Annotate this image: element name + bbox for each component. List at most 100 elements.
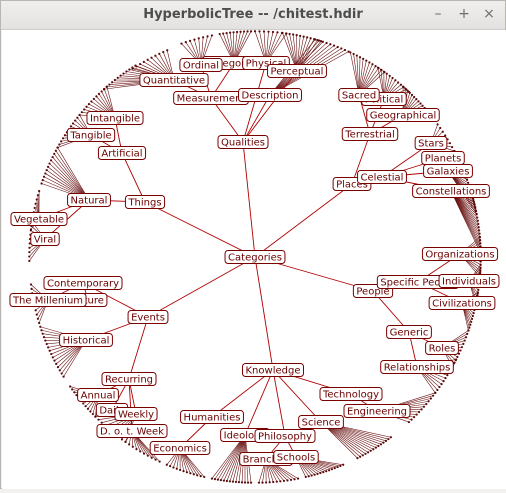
leaf-dot [76, 117, 78, 119]
leaf-dot [30, 228, 32, 230]
leaf-dot [53, 153, 55, 155]
tree-node-quantitative[interactable]: Quantitative [140, 74, 208, 87]
leaf-dot [151, 457, 153, 459]
leaf-dot [62, 376, 64, 378]
leaf-dot [428, 400, 430, 402]
tree-node-description[interactable]: Description [239, 89, 302, 102]
tree-node-things[interactable]: Things [125, 196, 164, 209]
leaf-dot [272, 481, 274, 483]
tree-node-sacred[interactable]: Sacred [339, 89, 379, 102]
leaf-dot [97, 419, 99, 421]
leaf-dot [36, 313, 38, 315]
tree-node-historical[interactable]: Historical [60, 334, 113, 347]
leaf-dot [232, 481, 234, 483]
leaf-dot [322, 41, 324, 43]
leaf-dot [28, 255, 30, 257]
tree-node-vegetable[interactable]: Vegetable [11, 213, 67, 226]
application-window: HyperbolicTree -- /chitest.hdir – + × Ca… [0, 0, 506, 489]
tree-node-terrestrial[interactable]: Terrestrial [342, 128, 397, 141]
tree-node-planets[interactable]: Planets [422, 152, 465, 165]
tree-node-philosophy[interactable]: Philosophy [255, 430, 315, 443]
tree-edge [243, 142, 255, 257]
tree-node-schools[interactable]: Schools [274, 451, 318, 464]
tree-node-label: Weekly [118, 410, 154, 421]
tree-node-the-millenium[interactable]: The Millenium [10, 294, 86, 307]
leaf-dot [276, 481, 278, 483]
leaf-dot [55, 150, 57, 152]
leaf-dot [185, 41, 187, 43]
leaf-dot [364, 453, 366, 455]
leaf-dot [139, 450, 141, 452]
tree-node-organizations[interactable]: Organizations [422, 248, 497, 261]
leaf-dot [176, 468, 178, 470]
tree-node-contemporary[interactable]: Contemporary [44, 277, 122, 290]
minimize-button[interactable]: – [430, 6, 446, 22]
tree-node-categories[interactable]: Categories [225, 251, 285, 264]
tree-node-qualities[interactable]: Qualities [218, 136, 268, 149]
leaf-dot [48, 162, 50, 164]
tree-node-natural[interactable]: Natural [68, 194, 111, 207]
tree-node-economics[interactable]: Economics [150, 442, 210, 455]
leaf-dot [397, 81, 399, 83]
tree-node-celestial[interactable]: Celestial [358, 171, 407, 184]
tree-edge [273, 370, 285, 436]
leaf-dot [470, 321, 472, 323]
tree-node-individuals[interactable]: Individuals [439, 275, 499, 288]
leaf-dot [479, 242, 481, 244]
leaf-dot [81, 111, 83, 113]
tree-node-generic[interactable]: Generic [387, 326, 432, 339]
leaf-dot [47, 166, 49, 168]
maximize-button[interactable]: + [456, 6, 472, 22]
close-button[interactable]: × [481, 6, 497, 22]
tree-node-weekly[interactable]: Weekly [115, 408, 157, 421]
tree-node-events[interactable]: Events [128, 311, 168, 324]
tree-node-humanities[interactable]: Humanities [181, 411, 244, 424]
tree-node-roles[interactable]: Roles [426, 342, 459, 355]
leaf-dot [334, 467, 336, 469]
tree-edge [212, 370, 273, 417]
leaf-dot [36, 198, 38, 200]
tree-node-geographical[interactable]: Geographical [367, 109, 439, 122]
hyperbolic-tree[interactable]: CategoricalPoliticalFutureDailyBranchesQ… [2, 30, 506, 489]
tree-node-technology[interactable]: Technology [320, 388, 382, 401]
leaf-dot [359, 456, 361, 458]
tree-node-viral[interactable]: Viral [31, 233, 59, 246]
tree-node-galaxies[interactable]: Galaxies [424, 165, 473, 178]
tree-node-civilizations[interactable]: Civilizations [429, 297, 495, 310]
leaf-dot [310, 37, 312, 39]
leaf-dot [162, 51, 164, 53]
leaf-dot [124, 441, 126, 443]
tree-node-stars[interactable]: Stars [415, 137, 447, 150]
tree-node-relationships[interactable]: Relationships [381, 361, 454, 374]
leaf-dot [477, 289, 479, 291]
tree-node-label: Events [131, 313, 165, 324]
leaf-dot [106, 86, 108, 88]
hyperbolic-tree-canvas[interactable]: CategoricalPoliticalFutureDailyBranchesQ… [2, 30, 506, 489]
leaf-dot [461, 346, 463, 348]
leaf-dot [50, 353, 52, 355]
tree-node-knowledge[interactable]: Knowledge [243, 364, 304, 377]
tree-node-day-of-week[interactable]: D. o. t. Week [97, 425, 167, 438]
tree-node-intangible[interactable]: Intangible [87, 112, 143, 125]
tree-node-tangible[interactable]: Tangible [67, 129, 114, 142]
tree-node-constellations[interactable]: Constellations [413, 185, 490, 198]
tree-node-engineering[interactable]: Engineering [344, 405, 410, 418]
leaf-dot [446, 374, 448, 376]
tree-node-science[interactable]: Science [299, 416, 344, 429]
tree-node-annual[interactable]: Annual [78, 389, 119, 402]
tree-node-label: Galaxies [427, 167, 470, 178]
leaf-dot [82, 402, 84, 404]
tree-node-recurring[interactable]: Recurring [102, 373, 156, 386]
leaf-dot [38, 322, 40, 324]
leaf-dot [166, 464, 168, 466]
tree-node-perceptual[interactable]: Perceptual [268, 65, 327, 78]
title-bar[interactable]: HyperbolicTree -- /chitest.hdir – + × [1, 1, 505, 30]
tree-node-measurement[interactable]: Measurement [174, 92, 249, 105]
tree-node-label: Measurement [177, 94, 246, 105]
leaf-dot [214, 478, 216, 480]
tree-node-ordinal[interactable]: Ordinal [180, 59, 222, 72]
tree-node-label: Philosophy [258, 432, 312, 443]
tree-node-artificial[interactable]: Artificial [98, 147, 145, 160]
leaf-dot [407, 90, 409, 92]
leaf-dot [232, 31, 234, 33]
